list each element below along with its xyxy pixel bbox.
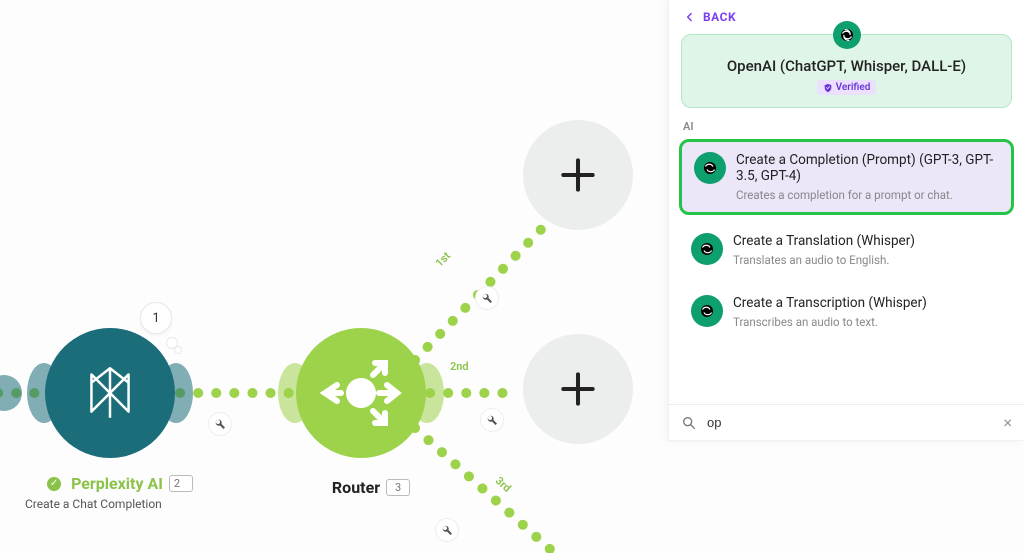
action-subtitle: Translates an audio to English. (733, 253, 915, 267)
openai-logo-icon (698, 302, 716, 320)
node-in-port[interactable] (278, 363, 312, 423)
node-out-port[interactable] (410, 363, 444, 423)
node-run-count: 1 (152, 311, 159, 326)
edge-tools-button[interactable] (435, 518, 459, 542)
plus-icon (556, 367, 600, 411)
action-title: Create a Completion (Prompt) (GPT-3, GPT… (736, 152, 999, 186)
node-subtitle: Create a Chat Completion (25, 497, 215, 511)
branch-label-2: 2nd (450, 360, 469, 373)
router-arrows-icon (311, 343, 411, 443)
node-out-port[interactable] (159, 363, 193, 423)
status-ok-icon: ✓ (47, 477, 61, 491)
openai-action-icon (691, 295, 723, 327)
openai-app-icon (833, 21, 861, 49)
search-input[interactable] (705, 414, 995, 431)
wrench-icon (481, 292, 493, 304)
clear-search-button[interactable]: × (1003, 413, 1012, 432)
add-module-button[interactable] (523, 120, 633, 230)
section-label-ai: AI (669, 116, 1024, 135)
bubble-tail (174, 346, 182, 354)
verified-label: Verified (836, 82, 871, 93)
openai-action-icon (691, 233, 723, 265)
openai-logo-icon (698, 240, 716, 258)
node-router-labels: Router 3 (296, 478, 446, 497)
node-index-badge: 2 (169, 475, 193, 492)
action-title: Create a Translation (Whisper) (733, 233, 915, 250)
plus-icon (556, 153, 600, 197)
shield-check-icon (823, 83, 833, 93)
add-module-button[interactable] (523, 334, 633, 444)
node-perplexity-labels: ✓ Perplexity AI 2 Create a Chat Completi… (25, 474, 215, 511)
action-title: Create a Transcription (Whisper) (733, 295, 927, 312)
openai-action-icon (694, 152, 726, 184)
openai-logo-icon (838, 26, 856, 44)
node-run-count-bubble[interactable]: 1 (140, 302, 172, 334)
module-picker-panel: BACK OpenAI (ChatGPT, Whisper, DALL-E) V… (668, 0, 1024, 441)
back-label: BACK (703, 10, 736, 24)
action-subtitle: Transcribes an audio to text. (733, 315, 927, 329)
perplexity-logo-icon (77, 360, 143, 426)
search-row: × (669, 404, 1024, 440)
edge-tools-button[interactable] (475, 286, 499, 310)
wrench-icon (441, 524, 453, 536)
node-title: Perplexity AI (71, 474, 163, 493)
action-subtitle: Creates a completion for a prompt or cha… (736, 188, 999, 202)
node-router[interactable] (296, 328, 426, 458)
edge-tools-button[interactable] (480, 408, 504, 432)
action-create-transcription[interactable]: Create a Transcription (Whisper) Transcr… (679, 285, 1014, 339)
node-title: Router (332, 478, 380, 497)
app-hero-title: OpenAI (ChatGPT, Whisper, DALL-E) (696, 57, 997, 75)
node-index-badge: 3 (386, 479, 410, 496)
node-in-port[interactable] (27, 363, 61, 423)
wrench-icon (486, 414, 498, 426)
openai-logo-icon (701, 159, 719, 177)
verified-badge: Verified (817, 80, 877, 95)
action-create-completion[interactable]: Create a Completion (Prompt) (GPT-3, GPT… (679, 139, 1014, 216)
wrench-icon (214, 418, 226, 430)
edge-tools-button[interactable] (208, 412, 232, 436)
arrow-left-icon (683, 10, 697, 24)
node-perplexity[interactable] (45, 328, 175, 458)
app-hero-card[interactable]: OpenAI (ChatGPT, Whisper, DALL-E) Verifi… (681, 34, 1012, 108)
search-icon (681, 415, 697, 431)
action-create-translation[interactable]: Create a Translation (Whisper) Translate… (679, 223, 1014, 277)
